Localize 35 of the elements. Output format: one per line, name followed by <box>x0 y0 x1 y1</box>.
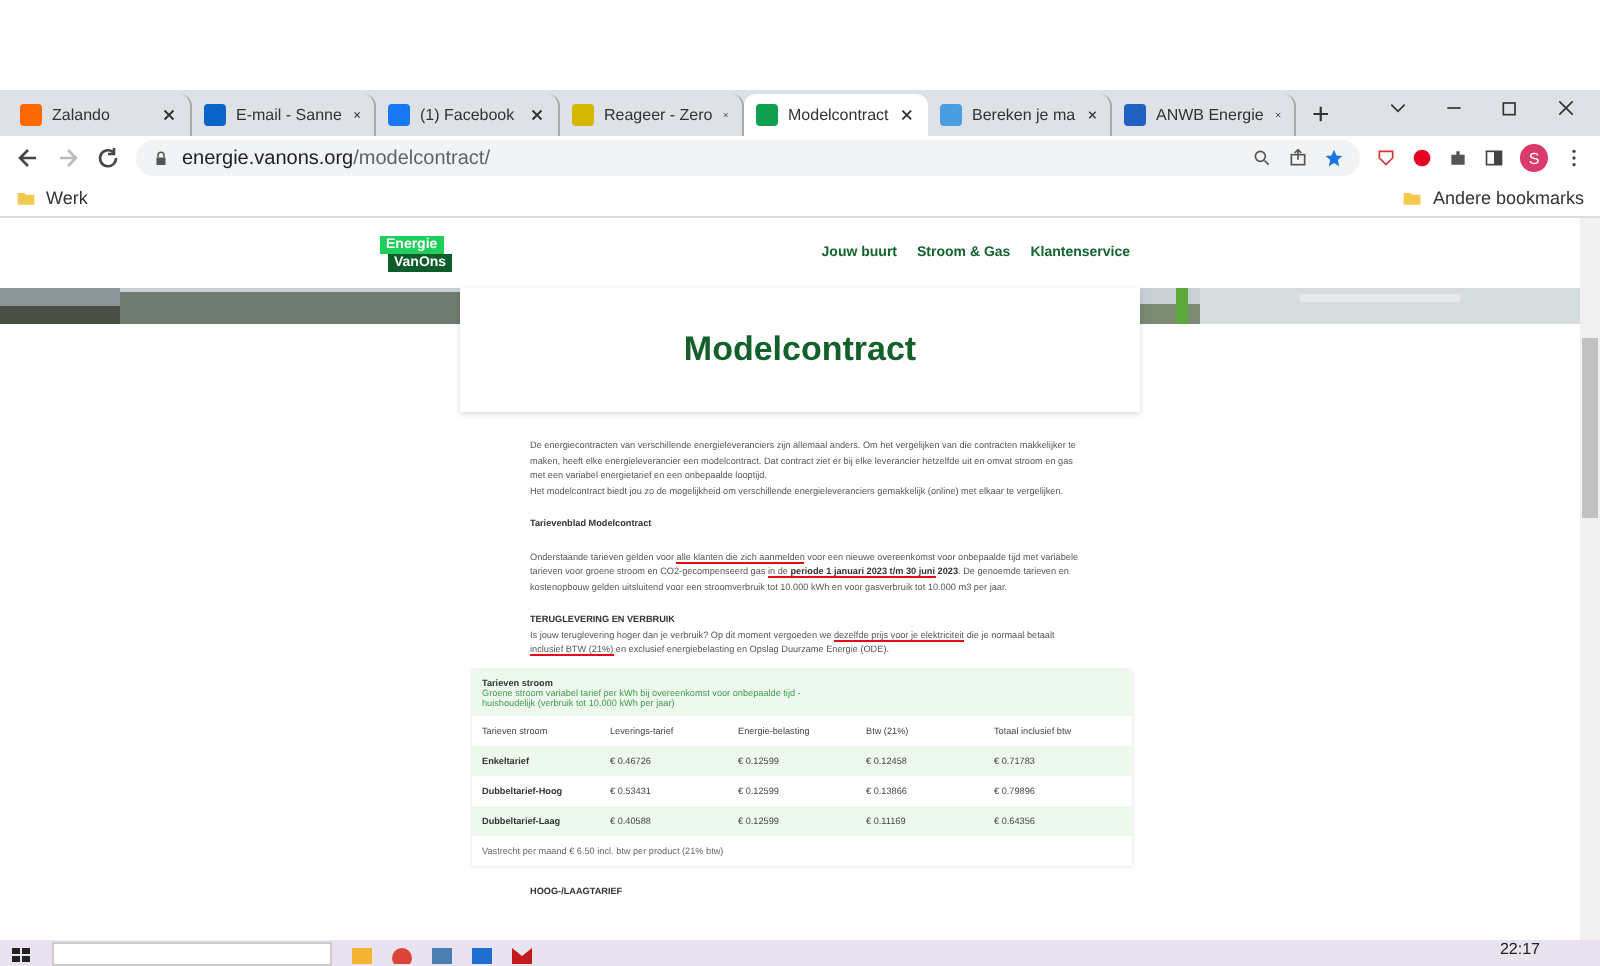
close-icon[interactable] <box>1085 106 1098 124</box>
url-text: energie.vanons.org/modelcontract/ <box>182 147 490 169</box>
browser-tab[interactable]: Modelcontract <box>744 94 928 136</box>
restore-icon[interactable] <box>1500 97 1520 117</box>
mail-icon[interactable] <box>512 948 532 964</box>
back-icon[interactable] <box>16 146 40 170</box>
profile-avatar[interactable]: S <box>1520 144 1548 172</box>
page-title: Modelcontract <box>683 330 917 370</box>
search-field[interactable] <box>52 942 332 966</box>
tab-title: E-mail - Sanne <box>236 106 342 124</box>
share-icon[interactable] <box>1288 148 1308 168</box>
bookmark-folder[interactable]: Werk <box>46 188 88 208</box>
address-bar[interactable]: energie.vanons.org/modelcontract/ <box>136 140 1360 176</box>
clock-time: 22:17 <box>1499 940 1540 958</box>
lock-icon[interactable] <box>152 149 170 167</box>
sidebar-icon[interactable] <box>1484 148 1504 168</box>
close-icon[interactable] <box>351 106 362 124</box>
reload-icon[interactable] <box>96 146 120 170</box>
search-icon[interactable] <box>1252 148 1272 168</box>
tab-title: Bereken je ma <box>972 106 1076 124</box>
star-icon[interactable] <box>1324 148 1344 168</box>
scrollbar[interactable] <box>1580 218 1600 942</box>
close-icon[interactable] <box>1556 97 1576 117</box>
tab-title: Reageer - Zero <box>604 106 713 124</box>
tab-title: ANWB Energie <box>1156 106 1264 124</box>
bookmark-folder[interactable]: Andere bookmarks <box>1432 188 1584 208</box>
close-icon[interactable] <box>160 106 178 124</box>
tab-title: (1) Facebook <box>420 106 517 124</box>
close-icon[interactable] <box>528 106 546 124</box>
shield-icon[interactable] <box>1376 148 1396 168</box>
new-tab-button[interactable]: + <box>1296 98 1346 136</box>
close-icon[interactable] <box>898 106 916 124</box>
tab-title: Modelcontract <box>788 106 889 124</box>
tab-title: Zalando <box>52 106 112 124</box>
windows-icon[interactable] <box>12 948 32 964</box>
